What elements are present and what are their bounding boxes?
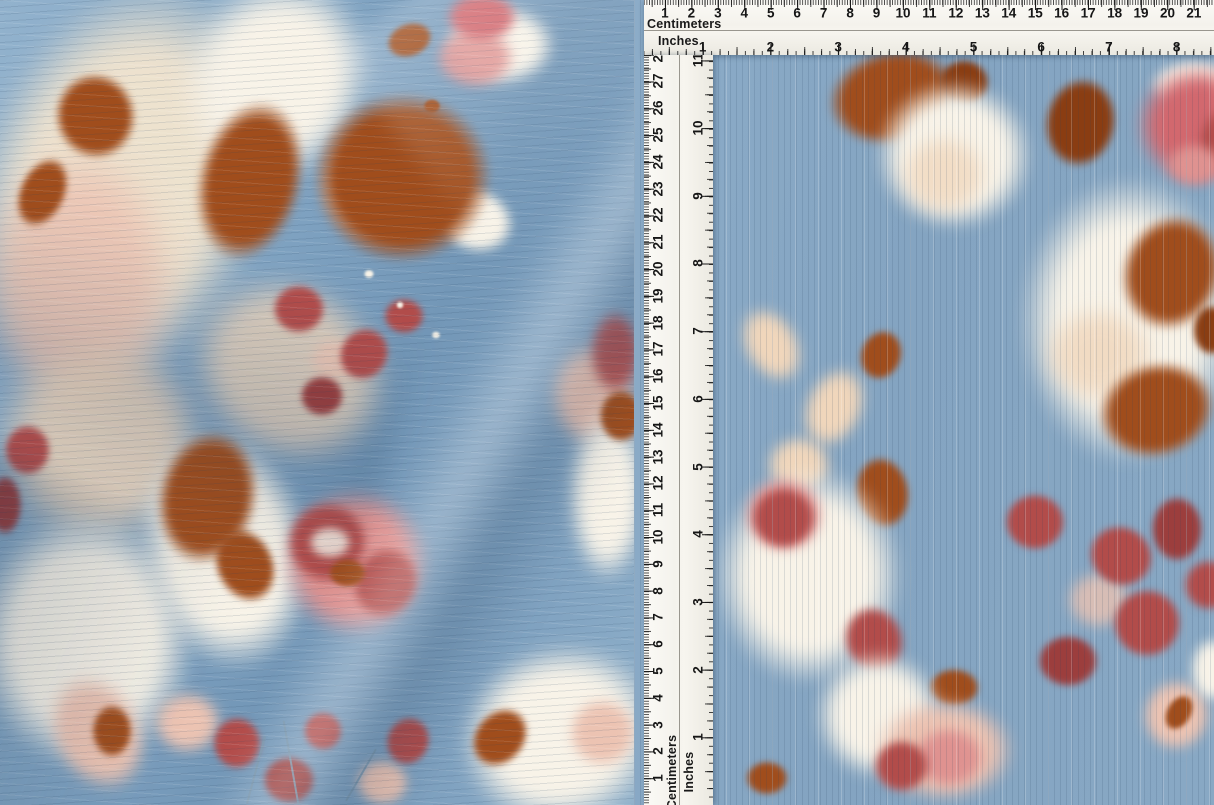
ruler-number: 3 — [834, 40, 842, 55]
ruler-number: 9 — [691, 192, 706, 200]
petal-motif — [296, 372, 348, 420]
ruler-number: 7 — [691, 327, 706, 335]
ruler-number: 2 — [767, 40, 775, 55]
leaf-motif — [88, 700, 136, 762]
petal-motif — [999, 488, 1071, 556]
ruler-number: 5 — [691, 463, 706, 471]
ruler-number: 4 — [902, 40, 910, 55]
flower-motif — [884, 120, 1004, 230]
leaf-motif — [742, 758, 792, 798]
inch-scale-numbers: 1 2 3 4 5 6 7 8 — [644, 0, 1214, 55]
ruler-number: 1 — [699, 40, 707, 55]
petal-motif — [1032, 630, 1104, 692]
ruler-number: 10 — [691, 120, 706, 135]
fabric-product-photo: Centimeters Inches 123456789101112131415… — [0, 0, 1214, 805]
ruler-number: 6 — [1037, 40, 1045, 55]
petal-motif — [746, 482, 821, 554]
vertical-ruler: Centimeters Inches 123456789101112131415… — [644, 55, 713, 805]
ruler-number: 6 — [691, 395, 706, 403]
paint-speck — [430, 330, 442, 340]
ruler-number: 3 — [691, 598, 706, 606]
ruler-number: 4 — [691, 530, 706, 538]
inch-scale-numbers: 1 2 3 4 5 6 7 8 9 10 11 — [644, 55, 713, 805]
flat-fabric-panel: Centimeters Inches 123456789101112131415… — [634, 0, 1214, 805]
leaf-motif — [422, 98, 442, 114]
ruler-number: 2 — [691, 666, 706, 674]
horizontal-ruler: Centimeters Inches 123456789101112131415… — [644, 0, 1214, 55]
ruler-number: 8 — [691, 260, 706, 268]
petal-motif — [1106, 582, 1188, 664]
ruler-number: 11 — [691, 55, 706, 67]
leaf-motif — [595, 385, 634, 447]
ruler-number: 7 — [1105, 40, 1113, 55]
petal-motif — [869, 735, 934, 797]
ruler-number: 5 — [970, 40, 978, 55]
leaf-motif — [325, 556, 370, 590]
paint-speck — [362, 268, 376, 280]
draped-fabric-panel — [0, 0, 634, 805]
petal-motif — [300, 708, 346, 754]
ruler-number: 8 — [1173, 40, 1181, 55]
petal-motif — [268, 280, 330, 338]
paint-speck — [395, 300, 405, 310]
ruler-number: 1 — [691, 734, 706, 742]
